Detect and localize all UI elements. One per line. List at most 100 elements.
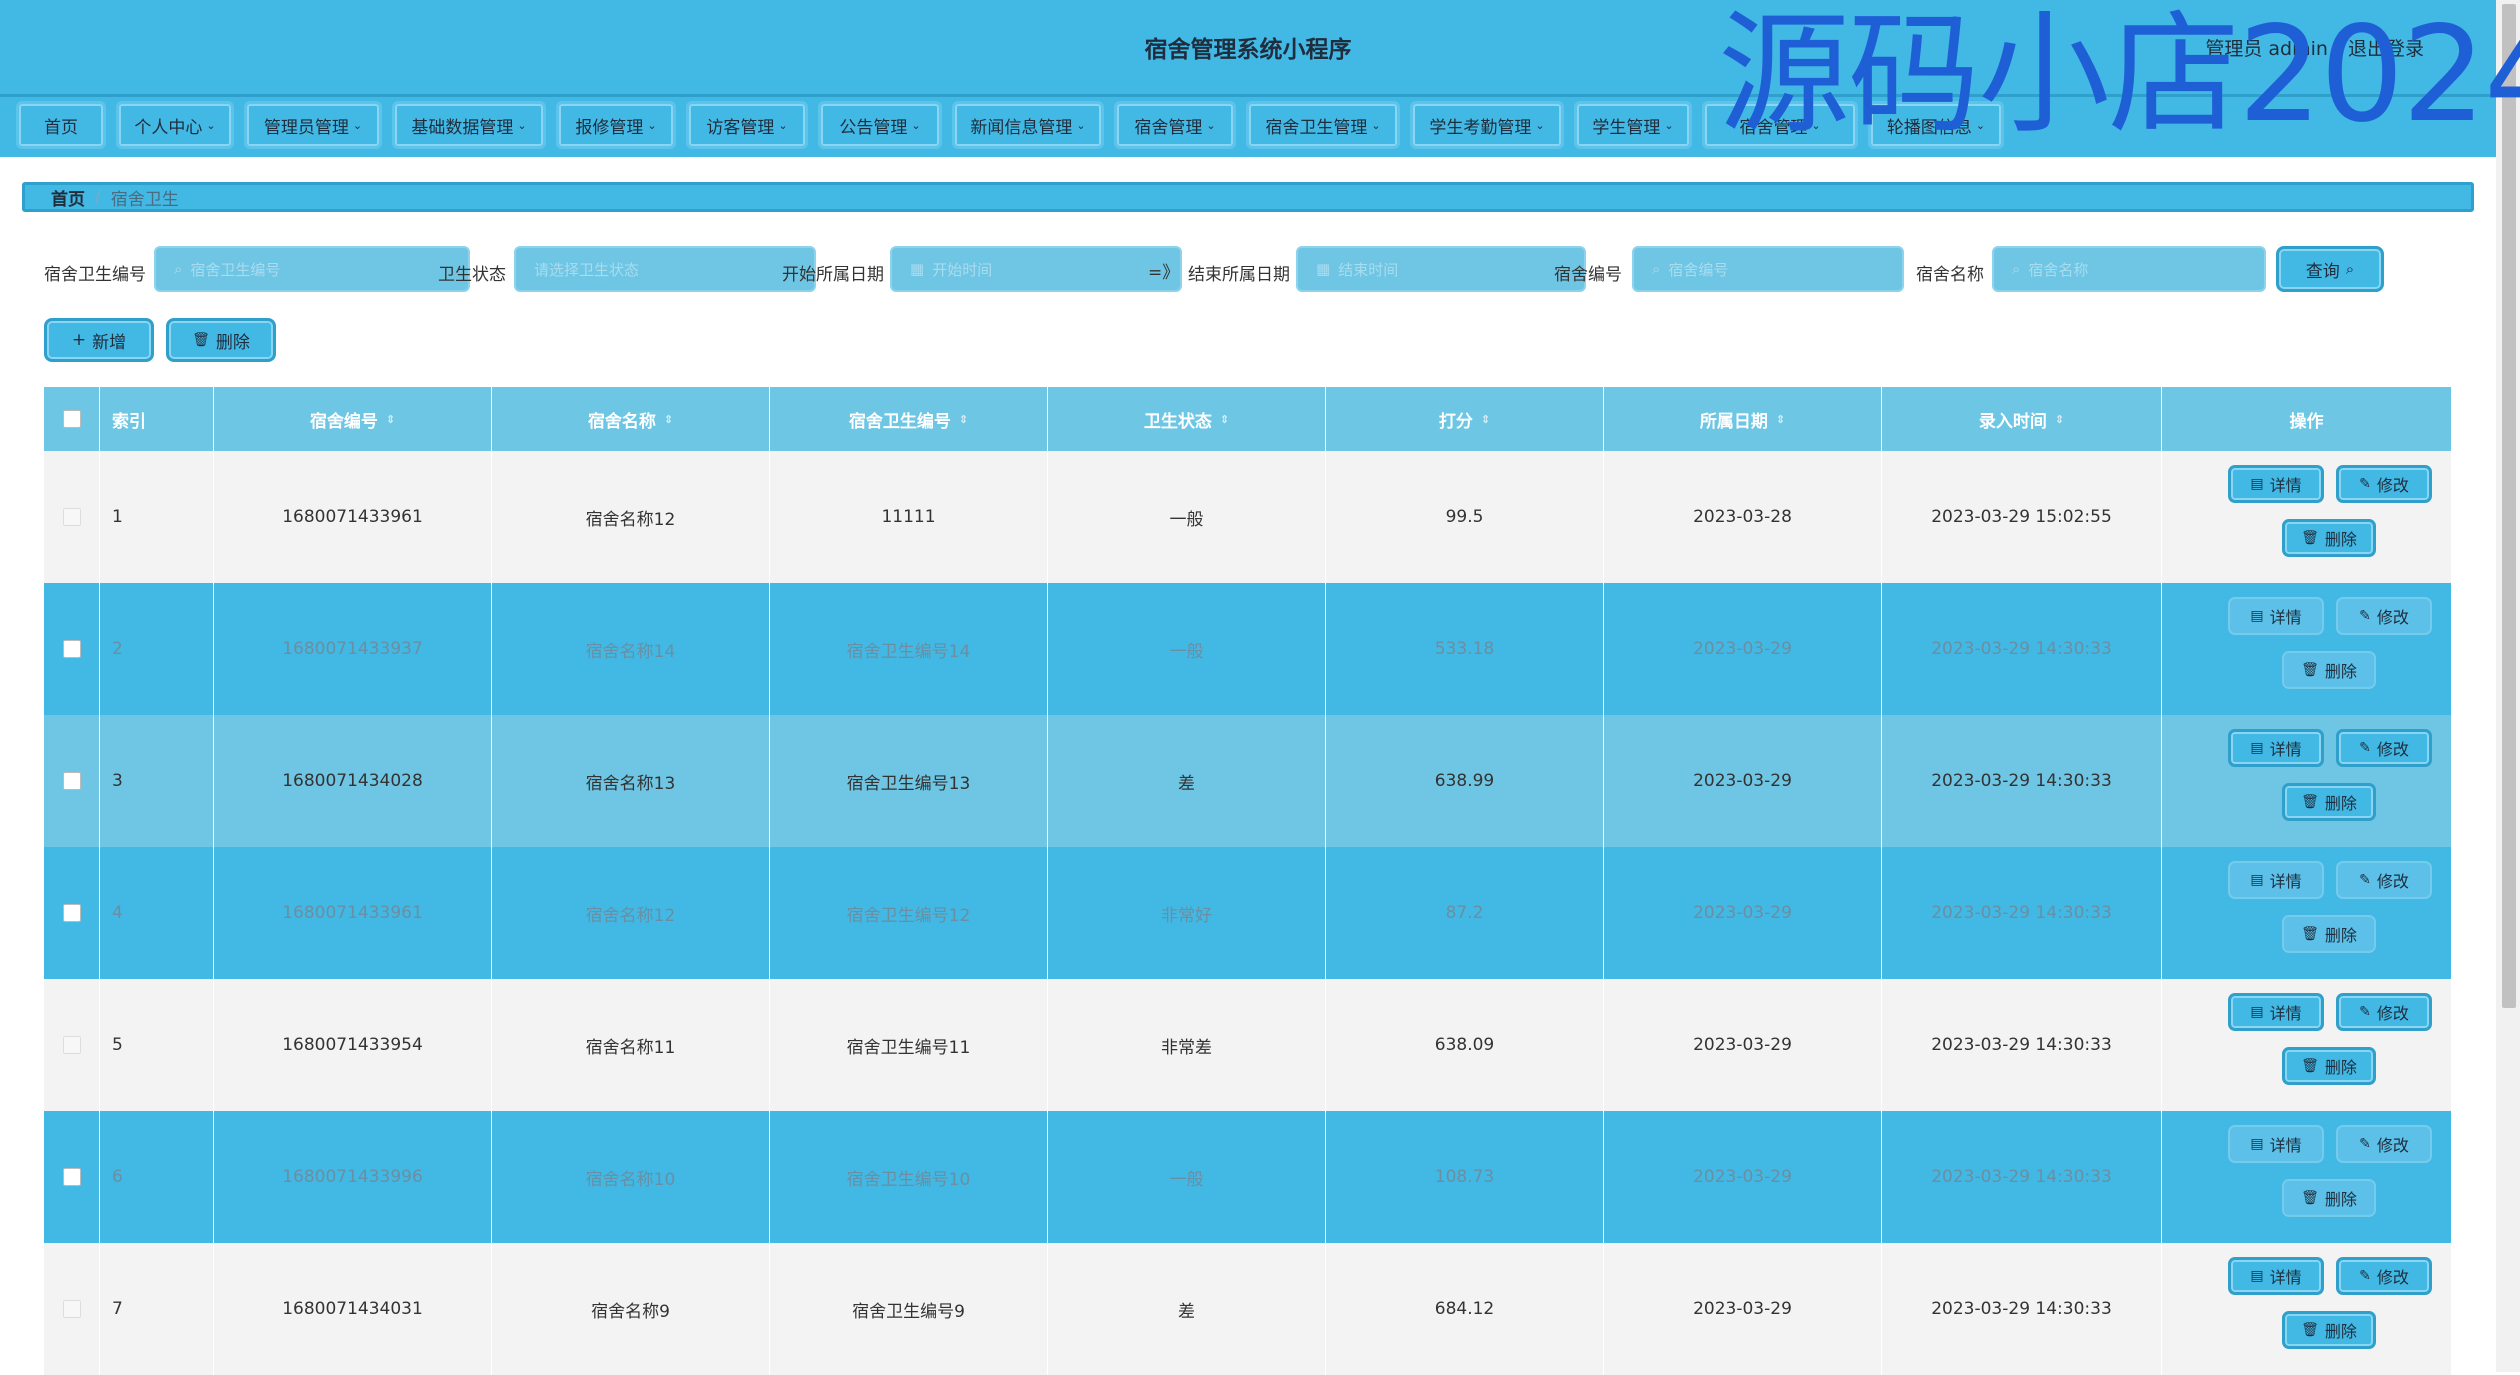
detail-button[interactable]: ▤ 详情 (2228, 1257, 2324, 1295)
detail-button[interactable]: ▤ 详情 (2228, 1125, 2324, 1163)
dorm-code-input[interactable]: ⌕ 宿舍编号 (1632, 246, 1904, 292)
table-row[interactable]: 3 1680071434028 宿舍名称13 宿舍卫生编号13 差 638.99 2023-… (44, 715, 2452, 847)
table-row[interactable]: 5 1680071433954 宿舍名称11 宿舍卫生编号11 非常差 638.09 202… (44, 979, 2452, 1111)
sort-icon[interactable]: ⇕ (664, 413, 673, 426)
cell-entry-time: 2023-03-29 14:30:33 (1882, 1243, 2162, 1375)
dorm-name-input[interactable]: ⌕ 宿舍名称 (1992, 246, 2266, 292)
edit-button[interactable]: ✎ 修改 (2336, 861, 2432, 899)
row-checkbox[interactable] (62, 640, 81, 658)
detail-button[interactable]: ▤ 详情 (2228, 465, 2324, 503)
edit-button[interactable]: ✎ 修改 (2336, 465, 2432, 503)
start-date-input[interactable]: ▦ 开始时间 (890, 246, 1182, 292)
nav-item-4[interactable]: 基础数据管理 ⌄ (392, 101, 546, 149)
nav-item-13[interactable]: 宿舍管理 ⌄ (1702, 101, 1858, 149)
breadcrumb-home[interactable]: 首页 (51, 185, 85, 210)
row-checkbox[interactable] (62, 1168, 81, 1186)
delete-button[interactable]: 🗑 删除 (2282, 1047, 2376, 1085)
nav-item-10[interactable]: 宿舍卫生管理 ⌄ (1246, 101, 1400, 149)
nav-item-7[interactable]: 公告管理 ⌄ (818, 101, 942, 149)
cell-hygiene-code: 宿舍卫生编号9 (770, 1243, 1048, 1375)
delete-button[interactable]: 🗑 删除 (2282, 1179, 2376, 1217)
cell-hygiene-code: 宿舍卫生编号11 (770, 979, 1048, 1111)
edit-button[interactable]: ✎ 修改 (2336, 993, 2432, 1031)
row-select-cell (44, 451, 100, 583)
row-checkbox[interactable] (62, 772, 81, 790)
cell-score: 87.2 (1326, 847, 1604, 979)
table-row[interactable]: 4 1680071433961 宿舍名称12 宿舍卫生编号12 非常好 87.2 2023-… (44, 847, 2452, 979)
cell-date: 2023-03-28 (1604, 451, 1882, 583)
nav-item-9[interactable]: 宿舍管理 ⌄ (1114, 101, 1236, 149)
sort-icon[interactable]: ⇕ (1481, 413, 1490, 426)
row-checkbox[interactable] (62, 1036, 81, 1054)
column-header[interactable]: 所属日期 ⇕ (1604, 387, 1882, 451)
scrollbar-thumb[interactable] (2502, 4, 2516, 1008)
edit-button[interactable]: ✎ 修改 (2336, 1257, 2432, 1295)
nav-item-12[interactable]: 学生管理 ⌄ (1574, 101, 1692, 149)
edit-button[interactable]: ✎ 修改 (2336, 729, 2432, 767)
column-header-label: 打分 (1438, 411, 1473, 432)
column-header[interactable]: 打分 ⇕ (1326, 387, 1604, 451)
column-header[interactable]: 宿舍编号 ⇕ (214, 387, 492, 451)
document-icon: ▤ (2250, 476, 2264, 492)
chevron-down-icon: ⌄ (1975, 118, 1986, 132)
sort-icon[interactable]: ⇕ (959, 413, 968, 426)
status-label: 卫生状态 (438, 265, 506, 285)
delete-button[interactable]: 🗑 删除 (2282, 783, 2376, 821)
nav-item-1[interactable]: 首页 (16, 101, 106, 149)
hygiene-code-input[interactable]: ⌕ 宿舍卫生编号 (154, 246, 470, 292)
end-date-input[interactable]: ▦ 结束时间 (1296, 246, 1586, 292)
column-header-label: 宿舍名称 (587, 411, 656, 432)
sort-icon[interactable]: ⇕ (2055, 413, 2064, 426)
cell-index: 4 (100, 847, 214, 979)
sort-icon[interactable]: ⇕ (1220, 413, 1229, 426)
status-select[interactable]: 请选择卫生状态 (514, 246, 816, 292)
edit-button[interactable]: ✎ 修改 (2336, 597, 2432, 635)
column-header[interactable]: 宿舍名称 ⇕ (492, 387, 770, 451)
row-checkbox[interactable] (62, 1300, 81, 1318)
nav-item-5[interactable]: 报修管理 ⌄ (556, 101, 676, 149)
detail-button[interactable]: ▤ 详情 (2228, 729, 2324, 767)
delete-button[interactable]: 🗑 删除 (2282, 1311, 2376, 1349)
row-select-cell (44, 583, 100, 715)
sort-icon[interactable]: ⇕ (1776, 413, 1785, 426)
scrollbar[interactable] (2496, 0, 2520, 1372)
trash-icon: 🗑 (2301, 1190, 2319, 1206)
edit-button[interactable]: ✎ 修改 (2336, 1125, 2432, 1163)
row-checkbox[interactable] (62, 508, 81, 526)
sort-icon[interactable]: ⇕ (386, 413, 395, 426)
trash-icon: 🗑 (2301, 1058, 2319, 1074)
delete-button[interactable]: 🗑 删除 (2282, 519, 2376, 557)
add-button[interactable]: + 新增 (44, 318, 154, 362)
batch-delete-button[interactable]: 🗑 删除 (166, 318, 276, 362)
query-button[interactable]: 查询 ⌕ (2276, 246, 2384, 292)
table-row[interactable]: 7 1680071434031 宿舍名称9 宿舍卫生编号9 差 684.12 2023-03… (44, 1243, 2452, 1375)
cell-dorm-code: 1680071433996 (214, 1111, 492, 1243)
top-header: 宿舍管理系统小程序 管理员 admin 退出登录 (0, 0, 2496, 97)
edit-icon: ✎ (2359, 1268, 2371, 1284)
column-header[interactable]: 宿舍卫生编号 ⇕ (770, 387, 1048, 451)
nav-item-3[interactable]: 管理员管理 ⌄ (244, 101, 382, 149)
delete-button[interactable]: 🗑 删除 (2282, 915, 2376, 953)
nav-item-6[interactable]: 访客管理 ⌄ (686, 101, 808, 149)
table-row[interactable]: 6 1680071433996 宿舍名称10 宿舍卫生编号10 一般 108.73 2023… (44, 1111, 2452, 1243)
cell-dorm-name: 宿舍名称11 (492, 979, 770, 1111)
cell-date: 2023-03-29 (1604, 1243, 1882, 1375)
table-row[interactable]: 1 1680071433961 宿舍名称12 11111 一般 99.5 2023-03-2… (44, 451, 2452, 583)
cell-entry-time: 2023-03-29 14:30:33 (1882, 847, 2162, 979)
nav-item-14[interactable]: 轮播图信息 ⌄ (1868, 101, 2004, 149)
logout-link[interactable]: 退出登录 (2348, 38, 2424, 60)
nav-item-11[interactable]: 学生考勤管理 ⌄ (1410, 101, 1564, 149)
row-checkbox[interactable] (62, 904, 81, 922)
detail-button[interactable]: ▤ 详情 (2228, 597, 2324, 635)
nav-item-label: 学生考勤管理 (1429, 117, 1532, 138)
detail-button[interactable]: ▤ 详情 (2228, 993, 2324, 1031)
nav-item-8[interactable]: 新闻信息管理 ⌄ (952, 101, 1104, 149)
delete-button[interactable]: 🗑 删除 (2282, 651, 2376, 689)
column-header[interactable]: 卫生状态 ⇕ (1048, 387, 1326, 451)
column-header[interactable]: 录入时间 ⇕ (1882, 387, 2162, 451)
cell-entry-time: 2023-03-29 14:30:33 (1882, 979, 2162, 1111)
select-all-checkbox[interactable] (62, 410, 81, 428)
nav-item-2[interactable]: 个人中心 ⌄ (116, 101, 234, 149)
detail-button[interactable]: ▤ 详情 (2228, 861, 2324, 899)
table-row[interactable]: 2 1680071433937 宿舍名称14 宿舍卫生编号14 一般 533.18 2023… (44, 583, 2452, 715)
